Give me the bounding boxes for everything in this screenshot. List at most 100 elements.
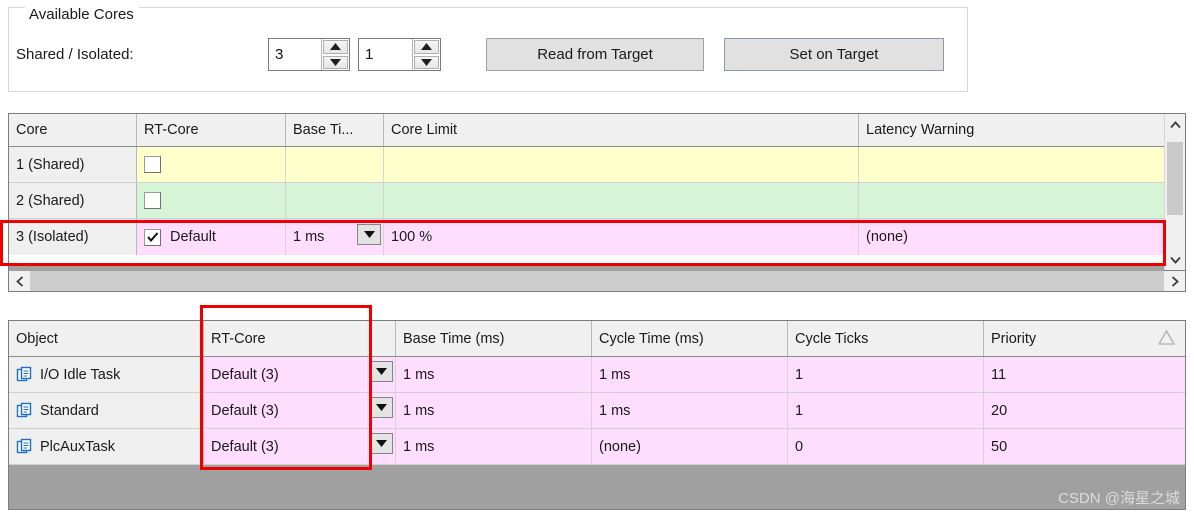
cell-latency-warning[interactable]: (none) (859, 219, 1166, 255)
spin-down-icon[interactable] (414, 55, 439, 69)
column-header-latency-warning[interactable]: Latency Warning (859, 114, 1166, 146)
cell-object[interactable]: Standard (9, 393, 204, 428)
rt-core-checkbox[interactable] (144, 192, 161, 209)
isolated-cores-stepper-buttons[interactable] (412, 39, 440, 70)
table-row[interactable]: PlcAuxTask Default (3) 1 ms (none) 0 50 (9, 429, 1185, 465)
rt-core-dropdown-button[interactable] (369, 397, 393, 418)
base-time-dropdown-button[interactable] (357, 224, 381, 245)
scroll-right-icon[interactable] (1164, 271, 1185, 291)
cell-base-time[interactable] (286, 147, 384, 182)
scroll-up-icon[interactable] (1165, 114, 1185, 135)
cell-object[interactable]: PlcAuxTask (9, 429, 204, 464)
cell-cycle-ticks[interactable]: 1 (788, 393, 984, 428)
cell-object-label: PlcAuxTask (40, 438, 115, 455)
isolated-cores-stepper[interactable]: 1 (358, 38, 441, 71)
spin-up-icon[interactable] (414, 40, 439, 54)
cell-base-time[interactable] (286, 183, 384, 218)
scroll-down-icon[interactable] (1165, 249, 1185, 270)
cell-core-limit[interactable] (384, 147, 859, 182)
groupbox-title: Available Cores (25, 7, 139, 23)
cell-cycle-time[interactable]: 1 ms (592, 357, 788, 392)
cell-rt-core[interactable] (137, 147, 286, 182)
isolated-cores-value[interactable]: 1 (359, 39, 412, 70)
shared-isolated-label: Shared / Isolated: (16, 46, 134, 63)
cores-grid-header: Core RT-Core Base Ti... Core Limit Laten… (9, 114, 1185, 147)
chevron-down-icon (363, 231, 375, 238)
task-object-icon (16, 438, 33, 455)
cell-rt-core-label: Default (3) (211, 366, 279, 383)
cell-base-time[interactable]: 1 ms (286, 219, 384, 255)
cell-latency-warning[interactable] (859, 183, 1166, 218)
cores-grid-horizontal-scrollbar[interactable] (8, 271, 1186, 292)
rt-core-checkbox[interactable] (144, 156, 161, 173)
cell-rt-core[interactable]: Default (137, 219, 286, 255)
cell-object-label: Standard (40, 402, 99, 419)
cores-grid[interactable]: Core RT-Core Base Ti... Core Limit Laten… (8, 113, 1186, 271)
cores-grid-bottom-filler (9, 264, 1164, 271)
cores-grid-vertical-scrollbar[interactable] (1164, 114, 1185, 270)
cell-object[interactable]: I/O Idle Task (9, 357, 204, 392)
spin-up-icon[interactable] (323, 40, 348, 54)
shared-cores-stepper[interactable]: 3 (268, 38, 350, 71)
column-header-priority-label: Priority (991, 330, 1037, 347)
cell-base-time-label: 1 ms (293, 229, 325, 245)
cell-cycle-ticks[interactable]: 1 (788, 357, 984, 392)
cell-latency-warning[interactable] (859, 147, 1166, 182)
cell-rt-core-label: Default (170, 229, 216, 245)
task-object-icon (16, 366, 33, 383)
shared-cores-stepper-buttons[interactable] (321, 39, 349, 70)
cell-priority[interactable]: 50 (984, 429, 1185, 464)
cell-base-time[interactable]: 1 ms (396, 393, 592, 428)
cell-cycle-ticks[interactable]: 0 (788, 429, 984, 464)
cell-rt-core[interactable]: Default (3) (204, 429, 396, 464)
column-header-core-limit[interactable]: Core Limit (384, 114, 859, 146)
cell-core: 2 (Shared) (9, 183, 137, 218)
spin-down-icon[interactable] (323, 55, 348, 69)
column-header-object[interactable]: Object (9, 321, 204, 356)
cell-priority[interactable]: 11 (984, 357, 1185, 392)
checkmark-icon (146, 232, 158, 242)
table-row[interactable]: 1 (Shared) (9, 147, 1185, 183)
cell-rt-core[interactable] (137, 183, 286, 218)
chevron-down-icon (375, 440, 387, 447)
sort-ascending-icon (1157, 329, 1176, 349)
cell-rt-core-label: Default (3) (211, 438, 279, 455)
tasks-grid[interactable]: Object RT-Core Base Time (ms) Cycle Time… (8, 320, 1186, 510)
cell-cycle-time[interactable]: (none) (592, 429, 788, 464)
cell-core: 3 (Isolated) (9, 219, 137, 255)
table-row[interactable]: 2 (Shared) (9, 183, 1185, 219)
scroll-left-icon[interactable] (9, 271, 30, 291)
column-header-rt-core[interactable]: RT-Core (204, 321, 396, 356)
cell-cycle-time[interactable]: 1 ms (592, 393, 788, 428)
task-object-icon (16, 402, 33, 419)
column-header-rt-core[interactable]: RT-Core (137, 114, 286, 146)
cell-base-time[interactable]: 1 ms (396, 357, 592, 392)
column-header-base-time[interactable]: Base Ti... (286, 114, 384, 146)
table-row[interactable]: I/O Idle Task Default (3) 1 ms 1 ms 1 11 (9, 357, 1185, 393)
cores-grid-scroll-thumb[interactable] (1167, 142, 1183, 215)
tasks-grid-empty-area (9, 465, 1185, 509)
column-header-priority[interactable]: Priority (984, 321, 1185, 356)
cell-object-label: I/O Idle Task (40, 366, 121, 383)
table-row[interactable]: Standard Default (3) 1 ms 1 ms 1 20 (9, 393, 1185, 429)
set-on-target-button[interactable]: Set on Target (724, 38, 944, 71)
cell-base-time[interactable]: 1 ms (396, 429, 592, 464)
table-row[interactable]: 3 (Isolated) Default 1 ms 100 % (none) (9, 219, 1185, 255)
tasks-grid-header: Object RT-Core Base Time (ms) Cycle Time… (9, 321, 1185, 357)
shared-cores-value[interactable]: 3 (269, 39, 321, 70)
cell-core-limit[interactable] (384, 183, 859, 218)
cell-rt-core[interactable]: Default (3) (204, 357, 396, 392)
rt-core-checkbox-checked[interactable] (144, 228, 161, 246)
read-from-target-button[interactable]: Read from Target (486, 38, 704, 71)
cell-priority[interactable]: 20 (984, 393, 1185, 428)
column-header-base-time[interactable]: Base Time (ms) (396, 321, 592, 356)
rt-core-dropdown-button[interactable] (369, 361, 393, 382)
column-header-cycle-time[interactable]: Cycle Time (ms) (592, 321, 788, 356)
column-header-core[interactable]: Core (9, 114, 137, 146)
cell-core-limit[interactable]: 100 % (384, 219, 859, 255)
rt-core-dropdown-button[interactable] (369, 433, 393, 454)
chevron-down-icon (375, 404, 387, 411)
watermark: CSDN @海星之城 (1058, 490, 1180, 507)
column-header-cycle-ticks[interactable]: Cycle Ticks (788, 321, 984, 356)
cell-rt-core[interactable]: Default (3) (204, 393, 396, 428)
